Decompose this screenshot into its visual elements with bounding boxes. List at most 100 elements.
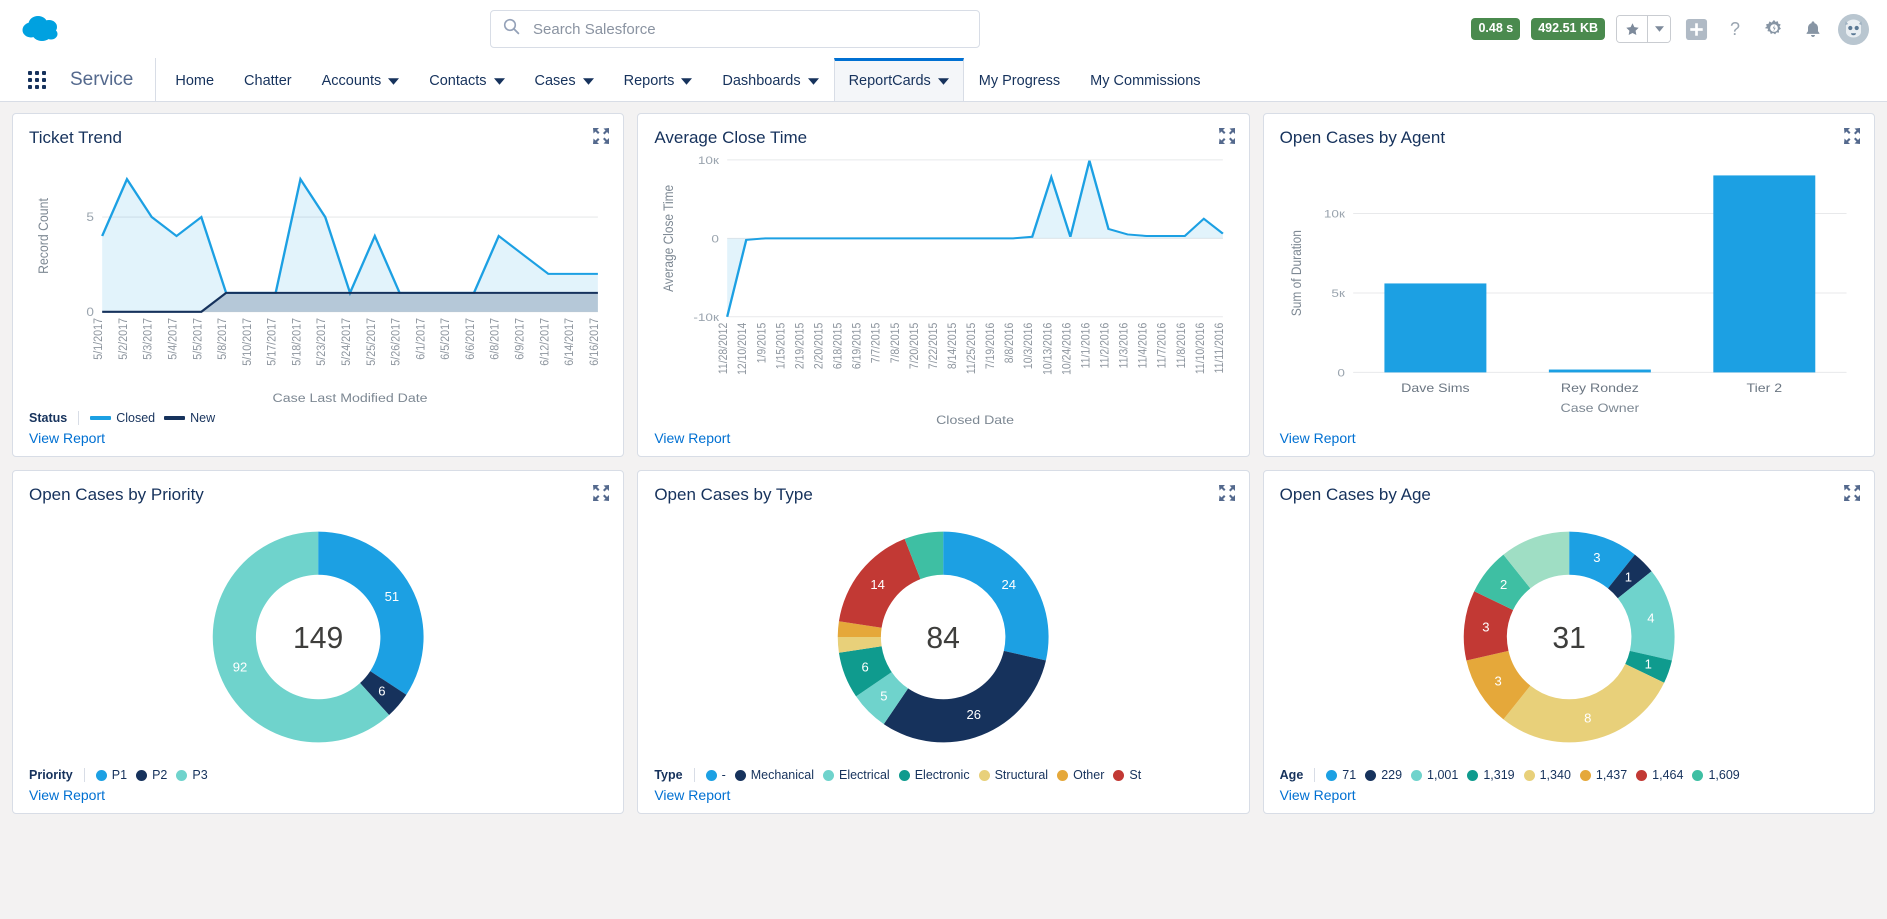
chevron-down-icon[interactable] <box>494 78 505 85</box>
nav-tab-contacts[interactable]: Contacts <box>414 58 519 101</box>
legend-label: Structural <box>995 768 1049 782</box>
nav-tab-label: Home <box>175 73 214 89</box>
card-title: Ticket Trend <box>29 128 607 148</box>
chart-area: 3141833231 <box>1280 507 1858 763</box>
view-report-link[interactable]: View Report <box>1280 430 1858 446</box>
legend-item[interactable]: 1,464 <box>1636 768 1683 782</box>
y-axis-tick-label: 5к <box>1331 287 1345 300</box>
legend-item[interactable]: 229 <box>1365 768 1402 782</box>
view-report-link[interactable]: View Report <box>1280 787 1858 803</box>
legend-item[interactable]: 1,609 <box>1692 768 1739 782</box>
expand-icon[interactable] <box>1219 485 1235 501</box>
legend-item[interactable]: 71 <box>1326 768 1356 782</box>
x-axis-tick-label: 6/14/2017 <box>562 318 576 366</box>
view-report-link[interactable]: View Report <box>654 787 1232 803</box>
legend-item[interactable]: New <box>164 411 215 425</box>
legend-title: Type <box>654 768 694 782</box>
legend-item[interactable]: 1,340 <box>1524 768 1571 782</box>
chevron-down-icon[interactable] <box>681 78 692 85</box>
question-mark-icon[interactable]: ? <box>1721 15 1749 43</box>
expand-icon[interactable] <box>593 485 609 501</box>
card-ticket-trend: Ticket Trend 05Record Count5/1/20175/2/2… <box>12 113 624 457</box>
x-axis-tick-label: 5/3/2017 <box>141 318 155 360</box>
card-title: Open Cases by Age <box>1280 485 1858 505</box>
expand-icon[interactable] <box>1844 485 1860 501</box>
donut-slice[interactable] <box>318 532 423 695</box>
chevron-down-icon[interactable] <box>938 78 949 85</box>
bar[interactable] <box>1549 370 1651 373</box>
donut-slice-value: 26 <box>967 707 982 722</box>
donut-slice-value: 3 <box>1593 550 1600 565</box>
legend-swatch <box>1365 770 1376 781</box>
legend-item[interactable]: Mechanical <box>735 768 814 782</box>
donut-slice-value: 6 <box>378 683 385 698</box>
nav-tab-dashboards[interactable]: Dashboards <box>707 58 833 101</box>
donut-slice[interactable] <box>884 651 1046 743</box>
donut-slice-value: 1 <box>1624 570 1631 585</box>
card-open-cases-by-age: Open Cases by Age 3141833231 Age712291,0… <box>1263 470 1875 814</box>
bell-icon[interactable] <box>1799 15 1827 43</box>
view-report-link[interactable]: View Report <box>29 430 607 446</box>
nav-tab-home[interactable]: Home <box>160 58 229 101</box>
legend-item[interactable]: P2 <box>136 768 167 782</box>
perf-size-badge: 492.51 KB <box>1531 18 1605 40</box>
nav-tab-reports[interactable]: Reports <box>609 58 708 101</box>
legend-item[interactable]: 1,437 <box>1580 768 1627 782</box>
view-report-link[interactable]: View Report <box>654 430 1232 446</box>
salesforce-cloud-logo[interactable] <box>18 10 70 48</box>
legend-item[interactable]: Electronic <box>899 768 970 782</box>
legend-label: P1 <box>112 768 127 782</box>
expand-icon[interactable] <box>1844 128 1860 144</box>
legend-item[interactable]: P1 <box>96 768 127 782</box>
legend-item[interactable]: 1,319 <box>1467 768 1514 782</box>
legend-item[interactable]: Structural <box>979 768 1049 782</box>
nav-tab-label: Cases <box>535 73 576 89</box>
expand-icon[interactable] <box>1219 128 1235 144</box>
legend-item[interactable]: Electrical <box>823 768 890 782</box>
chevron-down-icon[interactable] <box>583 78 594 85</box>
chart-legend: PriorityP1P2P3 <box>29 765 607 785</box>
nav-tab-accounts[interactable]: Accounts <box>307 58 415 101</box>
nav-tab-cases[interactable]: Cases <box>520 58 609 101</box>
search-input[interactable] <box>531 20 967 39</box>
bar[interactable] <box>1713 175 1815 372</box>
perf-time-badge: 0.48 s <box>1471 18 1520 40</box>
chevron-down-icon[interactable] <box>808 78 819 85</box>
legend-item[interactable]: P3 <box>176 768 207 782</box>
nav-tab-chatter[interactable]: Chatter <box>229 58 307 101</box>
legend-label: 1,001 <box>1427 768 1458 782</box>
search-box[interactable] <box>490 10 980 48</box>
navigation-bar: Service HomeChatterAccountsContactsCases… <box>0 58 1887 102</box>
legend-swatch <box>1636 770 1647 781</box>
nav-tab-label: My Commissions <box>1090 73 1200 89</box>
gear-icon[interactable] <box>1760 15 1788 43</box>
user-avatar[interactable] <box>1838 14 1869 45</box>
legend-item[interactable]: Other <box>1057 768 1104 782</box>
bar[interactable] <box>1384 283 1486 372</box>
legend-swatch <box>1113 770 1124 781</box>
legend-label: P3 <box>192 768 207 782</box>
x-axis-tick-label: 7/19/2016 <box>985 323 998 369</box>
plus-icon[interactable] <box>1682 15 1710 43</box>
donut-slice[interactable] <box>1503 664 1664 742</box>
x-axis-tick-label: 8/14/2015 <box>947 323 960 369</box>
x-axis-tick-label: 7/20/2015 <box>908 323 921 369</box>
legend-item[interactable]: 1,001 <box>1411 768 1458 782</box>
chevron-down-icon[interactable] <box>1647 16 1670 42</box>
legend-label: Electrical <box>839 768 890 782</box>
nav-tab-reportcards[interactable]: ReportCards <box>834 58 964 101</box>
legend-item[interactable]: - <box>706 768 726 782</box>
app-launcher-grid-icon[interactable] <box>18 58 56 101</box>
expand-icon[interactable] <box>593 128 609 144</box>
chart-area: 05Record Count5/1/20175/2/20175/3/20175/… <box>29 150 607 406</box>
favorite-button-group[interactable] <box>1616 15 1671 43</box>
nav-tab-my-progress[interactable]: My Progress <box>964 58 1075 101</box>
view-report-link[interactable]: View Report <box>29 787 607 803</box>
chevron-down-icon[interactable] <box>388 78 399 85</box>
legend-item[interactable]: Closed <box>90 411 155 425</box>
search-icon <box>503 18 520 40</box>
donut-slice-value: 3 <box>1494 674 1501 689</box>
star-icon[interactable] <box>1617 16 1647 42</box>
legend-item[interactable]: St <box>1113 768 1141 782</box>
nav-tab-my-commissions[interactable]: My Commissions <box>1075 58 1215 101</box>
